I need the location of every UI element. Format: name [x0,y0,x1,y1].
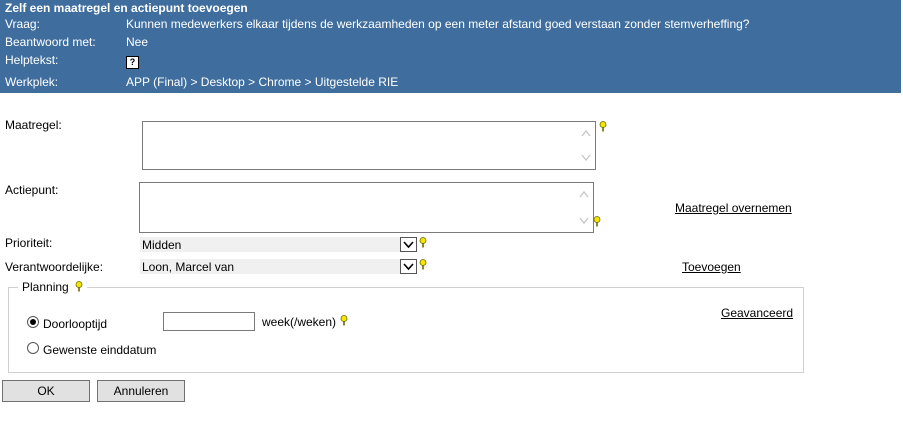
add-responsible-link[interactable]: Toevoegen [682,260,741,274]
key-icon [75,281,83,292]
cancel-button[interactable]: Annuleren [97,380,185,402]
planning-fieldset [8,287,804,373]
question-value: Kunnen medewerkers elkaar tijdens de wer… [126,17,750,31]
chevron-down-icon[interactable] [400,259,417,274]
key-icon [340,315,348,326]
key-icon [419,237,427,248]
answer-value: Nee [126,35,149,49]
key-icon [599,121,607,132]
duration-unit: week(/weken) [262,315,337,329]
scroll-up-icon[interactable] [581,129,591,137]
key-icon [593,216,601,227]
workplace-label: Werkplek: [5,75,59,89]
advanced-link[interactable]: Geavanceerd [721,306,793,320]
actionpoint-label: Actiepunt: [5,183,59,197]
measure-scrollbar[interactable] [578,123,594,168]
help-icon[interactable]: ? [126,56,139,69]
measure-textarea[interactable] [142,121,596,170]
priority-select[interactable]: Midden [140,237,417,252]
responsible-value: Loon, Marcel van [142,260,235,274]
priority-value: Midden [142,238,182,252]
workplace-value: APP (Final) > Desktop > Chrome > Uitgest… [126,75,399,89]
actionpoint-scrollbar[interactable] [576,184,592,231]
key-icon [419,259,427,270]
priority-label: Prioriteit: [5,236,53,250]
page-title: Zelf een maatregel en actiepunt toevoege… [5,1,248,15]
ok-button[interactable]: OK [2,380,90,402]
chevron-down-icon[interactable] [400,237,417,252]
duration-radio[interactable] [27,316,39,328]
help-label: Helptekst: [5,53,59,67]
scroll-down-icon[interactable] [581,154,591,162]
copy-measure-link[interactable]: Maatregel overnemen [675,201,792,215]
question-label: Vraag: [5,17,40,31]
scroll-up-icon[interactable] [579,190,589,198]
enddate-radio[interactable] [27,342,39,354]
scroll-down-icon[interactable] [579,217,589,225]
planning-legend: Planning [18,280,88,294]
measure-label: Maatregel: [5,118,62,132]
planning-legend-label: Planning [22,280,69,294]
actionpoint-textarea[interactable] [139,182,594,233]
enddate-label: Gewenste einddatum [43,343,157,357]
duration-input[interactable] [163,312,255,331]
header-panel: Zelf een maatregel en actiepunt toevoege… [0,0,901,93]
responsible-label: Verantwoordelijke: [5,260,104,274]
duration-label: Doorlooptijd [43,317,108,331]
responsible-select[interactable]: Loon, Marcel van [140,259,417,274]
answer-label: Beantwoord met: [5,35,96,49]
